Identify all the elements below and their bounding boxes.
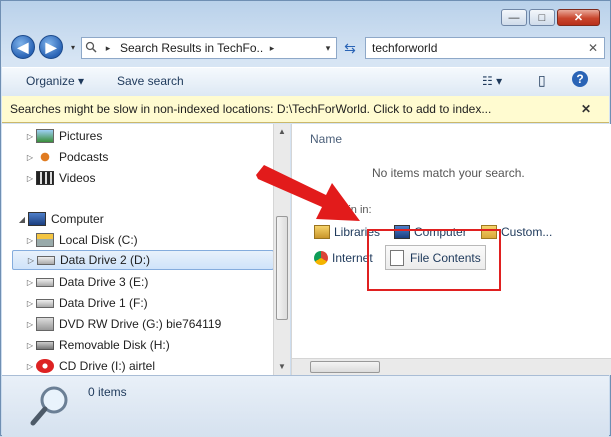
expand-icon[interactable]: ▷	[24, 278, 36, 287]
tree-item-label: Data Drive 2 (D:)	[60, 253, 151, 267]
tree-item-cd-drive-i[interactable]: ▷ CD Drive (I:) airtel	[24, 356, 155, 375]
expand-icon[interactable]: ▷	[24, 299, 36, 308]
details-pane: 0 items	[2, 375, 609, 437]
expand-icon[interactable]: ▷	[24, 320, 36, 329]
results-horizontal-scrollbar[interactable]	[292, 358, 611, 375]
refresh-icon: ⇆	[344, 39, 356, 56]
horizontal-scrollbar-thumb[interactable]	[310, 361, 380, 373]
chrome-icon	[314, 251, 328, 265]
dvd-drive-icon	[36, 317, 54, 331]
tree-item-data-drive-3-e[interactable]: ▷ Data Drive 3 (E:)	[24, 272, 148, 292]
collapse-icon[interactable]: ◢	[16, 215, 28, 224]
videos-icon	[36, 171, 54, 185]
breadcrumb-chevron-icon[interactable]: ▸	[264, 43, 280, 54]
address-dropdown-icon[interactable]: ▾	[320, 43, 336, 54]
clear-search-icon[interactable]: ✕	[588, 41, 598, 55]
breadcrumb-separator-icon[interactable]: ▸	[100, 43, 116, 54]
tree-item-label: DVD RW Drive (G:) bie764119	[59, 317, 222, 331]
drive-icon	[36, 298, 54, 308]
tree-item-label: Podcasts	[59, 150, 109, 164]
save-search-button[interactable]: Save search	[117, 74, 184, 88]
expand-icon[interactable]: ▷	[24, 174, 36, 183]
tree-item-videos[interactable]: ▷ Videos	[24, 168, 95, 188]
tree-item-data-drive-2-d[interactable]: ▷ Data Drive 2 (D:)	[12, 250, 274, 270]
tree-item-removable-disk-h[interactable]: ▷ Removable Disk (H:)	[24, 335, 170, 355]
tree-item-label: Removable Disk (H:)	[59, 338, 170, 352]
expand-icon[interactable]: ▷	[24, 132, 36, 141]
scroll-up-icon[interactable]: ▲	[274, 124, 290, 140]
expand-icon[interactable]: ▷	[24, 362, 36, 371]
tree-item-label: Data Drive 1 (F:)	[59, 296, 148, 310]
tree-item-dvd-rw-drive-g[interactable]: ▷ DVD RW Drive (G:) bie764119	[24, 314, 221, 334]
address-text[interactable]: Search Results in TechFo...	[116, 41, 264, 55]
local-disk-icon	[36, 233, 54, 247]
organize-menu[interactable]: Organize ▾	[26, 74, 84, 88]
close-infobar-icon[interactable]: ✕	[581, 102, 591, 116]
tree-item-pictures[interactable]: ▷ Pictures	[24, 126, 102, 146]
drive-icon	[37, 255, 55, 265]
search-location-icon	[82, 41, 100, 56]
views-menu[interactable]: ☷ ▾	[482, 74, 502, 88]
podcasts-icon	[36, 150, 54, 164]
name-column-header[interactable]: Name	[310, 132, 342, 146]
magnifier-icon	[30, 386, 68, 426]
search-again-internet[interactable]: Internet	[314, 251, 373, 265]
navigation-bar: ◀ ▶ ▾ ▸ Search Results in TechFo... ▸ ▾ …	[9, 35, 605, 61]
recent-pages-dropdown[interactable]: ▾	[71, 43, 75, 52]
tree-item-local-disk-c[interactable]: ▷ Local Disk (C:)	[24, 230, 138, 250]
computer-icon	[28, 212, 46, 226]
tree-item-label: Videos	[59, 171, 96, 185]
expand-icon[interactable]: ▷	[25, 256, 37, 265]
navigation-pane: ▷ Pictures ▷ Podcasts ▷ Videos ◢ Compute…	[2, 124, 290, 375]
forward-arrow-icon: ▶	[45, 38, 57, 55]
highlight-box	[367, 229, 501, 291]
index-warning-text[interactable]: Searches might be slow in non-indexed lo…	[10, 102, 491, 116]
caption-buttons: — □ ✕	[501, 9, 600, 26]
expand-icon[interactable]: ▷	[24, 236, 36, 245]
expand-icon[interactable]: ▷	[24, 153, 36, 162]
tree-item-label: Local Disk (C:)	[59, 233, 138, 247]
tree-item-label: Computer	[51, 212, 104, 226]
scrollbar-thumb[interactable]	[276, 216, 288, 320]
refresh-button[interactable]: ⇆	[339, 37, 361, 59]
pictures-icon	[36, 129, 54, 143]
help-button[interactable]: ?	[572, 71, 588, 87]
minimize-button[interactable]: —	[501, 9, 527, 26]
search-input[interactable]: techforworld ✕	[365, 37, 605, 59]
drive-icon	[36, 277, 54, 287]
scroll-down-icon[interactable]: ▼	[274, 359, 290, 375]
red-arrow-annotation	[256, 165, 360, 221]
cd-drive-icon	[36, 359, 54, 373]
tree-item-computer[interactable]: ◢ Computer	[16, 209, 104, 229]
forward-button[interactable]: ▶	[39, 35, 63, 59]
maximize-button[interactable]: □	[529, 9, 555, 26]
address-bar[interactable]: ▸ Search Results in TechFo... ▸ ▾	[81, 37, 337, 59]
preview-pane-button[interactable]: ▯	[538, 72, 546, 89]
tree-item-podcasts[interactable]: ▷ Podcasts	[24, 147, 108, 167]
search-target-label: Custom...	[501, 225, 553, 239]
command-bar: Organize ▾ Save search ☷ ▾ ▯ ?	[2, 67, 609, 97]
removable-disk-icon	[36, 340, 54, 350]
back-arrow-icon: ◀	[17, 38, 29, 55]
tree-item-label: Pictures	[59, 129, 103, 143]
search-query[interactable]: techforworld	[372, 41, 437, 55]
explorer-window: — □ ✕ ◀ ▶ ▾ ▸ Search Results in TechFo..…	[0, 0, 611, 437]
close-button[interactable]: ✕	[557, 9, 600, 26]
no-results-message: No items match your search.	[372, 166, 525, 180]
item-count: 0 items	[88, 385, 127, 399]
expand-icon[interactable]: ▷	[24, 341, 36, 350]
tree-item-label: CD Drive (I:) airtel	[59, 359, 156, 373]
back-button[interactable]: ◀	[11, 35, 35, 59]
tree-item-data-drive-1-f[interactable]: ▷ Data Drive 1 (F:)	[24, 293, 148, 313]
index-warning-bar[interactable]: Searches might be slow in non-indexed lo…	[2, 96, 609, 123]
tree-item-label: Data Drive 3 (E:)	[59, 275, 149, 289]
